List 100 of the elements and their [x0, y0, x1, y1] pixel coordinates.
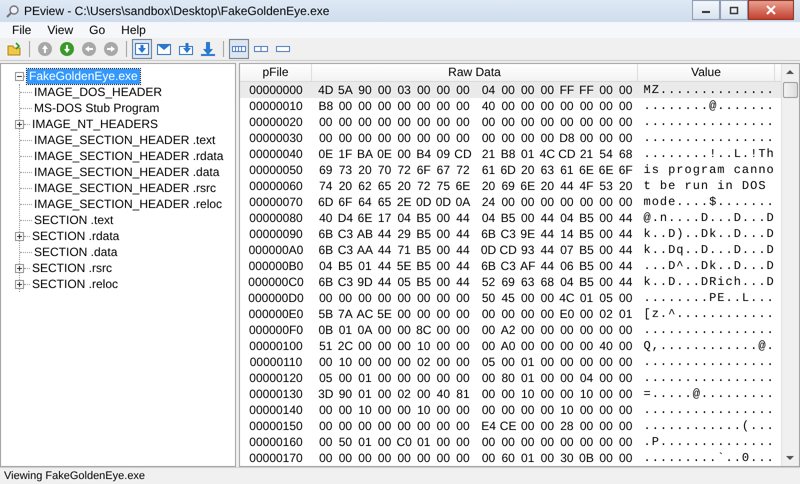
- tree-item[interactable]: IMAGE_SECTION_HEADER .text: [32, 132, 218, 148]
- maximize-button[interactable]: [720, 0, 748, 20]
- tree-item[interactable]: IMAGE_DOS_HEADER: [32, 84, 164, 100]
- expand-icon[interactable]: [15, 232, 24, 240]
- ascii-value: ...D^..Dk..D...D: [644, 259, 775, 273]
- menu-item[interactable]: Go: [81, 22, 114, 38]
- menu-item[interactable]: Help: [113, 22, 154, 38]
- scroll-thumb[interactable]: [783, 82, 798, 98]
- tree-item[interactable]: SECTION .rsrc: [30, 260, 114, 276]
- table-row[interactable]: 00000040 0E 1F BA 0E 00 B4 09 CD 21 B8 01 4C CD 21 54 68 ........!..L.!Th: [240, 146, 781, 162]
- column-header[interactable]: Raw Data: [312, 64, 638, 81]
- ascii-value: k..D)..Dk..D...D: [644, 227, 775, 241]
- table-row[interactable]: 00000080 40 D4 6E 17 04 B5 00 44 04 B5 00 44 04 B5 00 44 @.n....D...D...D: [240, 210, 781, 226]
- tree-item[interactable]: SECTION .text: [32, 212, 116, 228]
- toolbar-button[interactable]: [132, 39, 152, 59]
- offset-cell-text: 000000D0: [247, 291, 305, 305]
- hex-bytes: 21 B8 01 4C CD 21 54 68: [480, 147, 634, 161]
- collapse-icon[interactable]: [15, 72, 24, 80]
- table-row[interactable]: 00000170 00 00 00 00 00 00 00 00 00 60 01 00 30 0B 00 00 .........`..0...: [240, 450, 781, 466]
- close-button[interactable]: [748, 0, 794, 20]
- table-row[interactable]: 00000100 51 2C 00 00 00 10 00 00 00 A0 00 00 00 00 40 00 Q,............@.: [240, 338, 781, 354]
- ascii-value: ........!..L.!Th: [644, 147, 775, 161]
- hex-bytes: 05 00 01 00 00 00 00 00: [480, 355, 634, 369]
- hex-bytes: 00 A2 00 00 00 00 00 00: [480, 323, 634, 337]
- menu-item[interactable]: View: [39, 22, 82, 38]
- table-row[interactable]: 000000E0 5B 7A AC 5E 00 00 00 00 00 00 00 00 E0 00 02 01 [z.^............: [240, 306, 781, 322]
- minimize-button[interactable]: [692, 0, 720, 20]
- offset-cell-text: 00000130: [248, 387, 304, 401]
- table-row[interactable]: 00000020 00 00 00 00 00 00 00 00 00 00 00 00 00 00 00 00 ................: [240, 114, 781, 130]
- table-row[interactable]: 00000140 00 00 10 00 00 10 00 00 00 00 00 00 10 00 00 00 ................: [240, 402, 781, 418]
- hex-bytes: 0D CD 93 44 07 B5 00 44: [480, 243, 634, 257]
- hex-bytes: 00 00 00 00 00 00 00 00: [318, 419, 471, 433]
- offset-cell-text: 000000A0: [248, 243, 304, 257]
- ascii-value: [z.^............: [644, 307, 775, 321]
- toolbar-button[interactable]: [229, 39, 249, 59]
- hex-bytes: 05 00 01 00 00 00 00 00: [318, 371, 471, 385]
- hex-bytes: 3D 90 01 00 02 00 40 81: [317, 387, 471, 401]
- table-row[interactable]: 00000060 74 20 62 65 20 72 75 6E 20 69 6E 20 44 4F 53 20 t be run in DOS: [240, 178, 781, 194]
- scroll-down-icon[interactable]: [786, 456, 794, 461]
- table-row[interactable]: 000000A0 6B C3 AA 44 71 B5 00 44 0D CD 93 44 07 B5 00 44 k..Dq..D...D...D: [240, 242, 781, 258]
- offset-cell-text: 00000050: [248, 163, 304, 177]
- tree-item[interactable]: IMAGE_SECTION_HEADER .reloc: [32, 196, 224, 212]
- table-row[interactable]: 00000070 6D 6F 64 65 2E 0D 0D 0A 24 00 00 00 00 00 00 00 mode....$.......: [240, 194, 781, 210]
- window-title: PEview - C:\Users\sandbox\Desktop\FakeGoldenEye.exe: [24, 4, 330, 18]
- table-row[interactable]: 000000C0 6B C3 9D 44 05 B5 00 44 52 69 63 68 04 B5 00 44 k..D...DRich...D: [240, 274, 781, 290]
- offset-cell-text: 00000120: [248, 371, 304, 385]
- status-text: Viewing FakeGoldenEye.exe: [0, 467, 800, 484]
- tree-item[interactable]: SECTION .reloc: [30, 276, 120, 292]
- table-row[interactable]: 000000F0 0B 01 0A 00 00 8C 00 00 00 A2 00 00 00 00 00 00 ................: [240, 322, 781, 338]
- download-box-icon: [178, 41, 194, 57]
- menu-item[interactable]: File: [4, 22, 40, 38]
- table-row[interactable]: 00000150 00 00 00 00 00 00 00 00 E4 CE 00 00 28 00 00 00 ............(...: [240, 418, 781, 434]
- tree-item[interactable]: IMAGE_SECTION_HEADER .rsrc: [32, 180, 218, 196]
- hex-bytes: 20 69 6E 20 44 4F 53 20: [480, 179, 634, 193]
- tree-item[interactable]: SECTION .data: [32, 244, 120, 260]
- table-row[interactable]: 00000000 4D 5A 90 00 03 00 00 00 04 00 00 00 FF FF 00 00 MZ..............: [240, 82, 781, 98]
- expand-icon[interactable]: [15, 280, 24, 288]
- toolbar-button[interactable]: [57, 39, 77, 59]
- hex-bytes: 00 50 01 00 C0 01 00 00: [318, 435, 471, 449]
- hex-bytes: 6D 6F 64 65 2E 0D 0D 0A: [317, 195, 472, 209]
- hex-bytes: 61 6D 20 63 61 6E 6E 6F: [480, 163, 634, 177]
- hex-bytes: 5B 7A AC 5E 00 00 00 00: [317, 307, 471, 321]
- ascii-value: t be run in DOS: [644, 179, 768, 193]
- scrollbar[interactable]: [781, 64, 799, 466]
- offset-cell-text: 000000B0: [248, 259, 304, 273]
- offset-cell-text: 000000E0: [248, 307, 304, 321]
- table-row[interactable]: 00000010 B8 00 00 00 00 00 00 00 40 00 00 00 00 00 00 00 ........@.......: [240, 98, 781, 114]
- offset-cell-text: 00000090: [248, 227, 304, 241]
- offset-cell-text: 00000030: [248, 131, 304, 145]
- hex-bytes: 50 45 00 00 4C 01 05 00: [480, 291, 634, 305]
- table-row[interactable]: 00000130 3D 90 01 00 02 00 40 81 00 00 10 00 00 10 00 00 =.....@.........: [240, 386, 781, 402]
- expand-icon[interactable]: [15, 264, 24, 272]
- offset-cell-text: 00000170: [248, 451, 304, 465]
- tree-item[interactable]: IMAGE_SECTION_HEADER .data: [32, 164, 222, 180]
- table-row[interactable]: 00000160 00 50 01 00 C0 01 00 00 00 00 00 00 00 00 00 00 .P..............: [240, 434, 781, 450]
- table-row[interactable]: 000000D0 00 00 00 00 00 00 00 00 50 45 00 00 4C 01 05 00 ........PE..L...: [240, 290, 781, 306]
- table-row[interactable]: 00000030 00 00 00 00 00 00 00 00 00 00 00 00 D8 00 00 00 ................: [240, 130, 781, 146]
- hex-bytes: 0E 1F BA 0E 00 B4 09 CD: [317, 147, 473, 161]
- tree-item[interactable]: SECTION .rdata: [30, 228, 122, 244]
- expand-icon[interactable]: [15, 120, 24, 128]
- table-row[interactable]: 00000110 00 10 00 00 00 02 00 00 05 00 01 00 00 00 00 00 ................: [240, 354, 781, 370]
- ascii-value: .........`..0...: [644, 451, 775, 465]
- table-row[interactable]: 00000120 05 00 01 00 00 00 00 00 00 80 01 00 00 04 00 00 ................: [240, 370, 781, 386]
- tree-item[interactable]: IMAGE_SECTION_HEADER .rdata: [32, 148, 226, 164]
- tree-item[interactable]: MS-DOS Stub Program: [32, 100, 162, 116]
- column-header[interactable]: pFile: [240, 64, 312, 81]
- table-row[interactable]: 000000B0 04 B5 01 44 5E B5 00 44 6B C3 AF 44 06 B5 00 44 ...D^..Dk..D...D: [240, 258, 781, 274]
- hex-bytes: 0B 01 0A 00 00 8C 00 00: [317, 323, 471, 337]
- table-row[interactable]: 00000050 69 73 20 70 72 6F 67 72 61 6D 20 63 61 6E 6E 6F is program canno: [240, 162, 781, 178]
- toolbar-button[interactable]: [198, 39, 218, 59]
- hex-bytes: 4D 5A 90 00 03 00 00 00: [317, 83, 471, 97]
- ascii-value: k..D...DRich...D: [644, 275, 775, 289]
- maximize-icon: [729, 6, 739, 14]
- hex-bytes: 00 00 00 00 00 00 00 00: [318, 131, 471, 145]
- scroll-up-icon[interactable]: [786, 69, 794, 74]
- tree-item[interactable]: IMAGE_NT_HEADERS: [30, 116, 160, 132]
- column-header[interactable]: Value: [638, 64, 775, 81]
- hex-bytes: 00 00 00 00 00 00 00 00: [480, 435, 634, 449]
- table-row[interactable]: 00000090 6B C3 AB 44 29 B5 00 44 6B C3 9E 44 14 B5 00 44 k..D)..Dk..D...D: [240, 226, 781, 242]
- hex-bytes: 00 10 00 00 00 02 00 00: [318, 355, 471, 369]
